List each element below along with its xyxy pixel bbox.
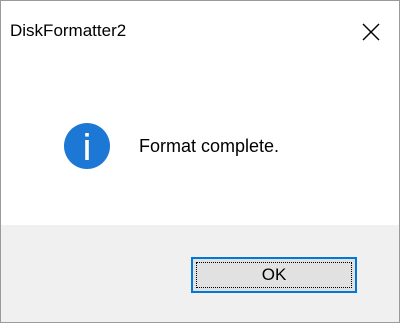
message-dialog: DiskFormatter2 Format complete. OK (0, 0, 400, 323)
title-bar[interactable]: DiskFormatter2 (1, 1, 399, 63)
ok-button-label: OK (261, 265, 287, 284)
ok-button[interactable]: OK (191, 257, 357, 293)
dialog-content: Format complete. (1, 63, 399, 225)
window-title: DiskFormatter2 (10, 21, 127, 40)
message-text: Format complete. (139, 136, 280, 156)
close-button[interactable] (343, 7, 399, 57)
info-icon (63, 122, 111, 170)
button-bar: OK (1, 225, 399, 322)
close-icon (362, 23, 380, 41)
